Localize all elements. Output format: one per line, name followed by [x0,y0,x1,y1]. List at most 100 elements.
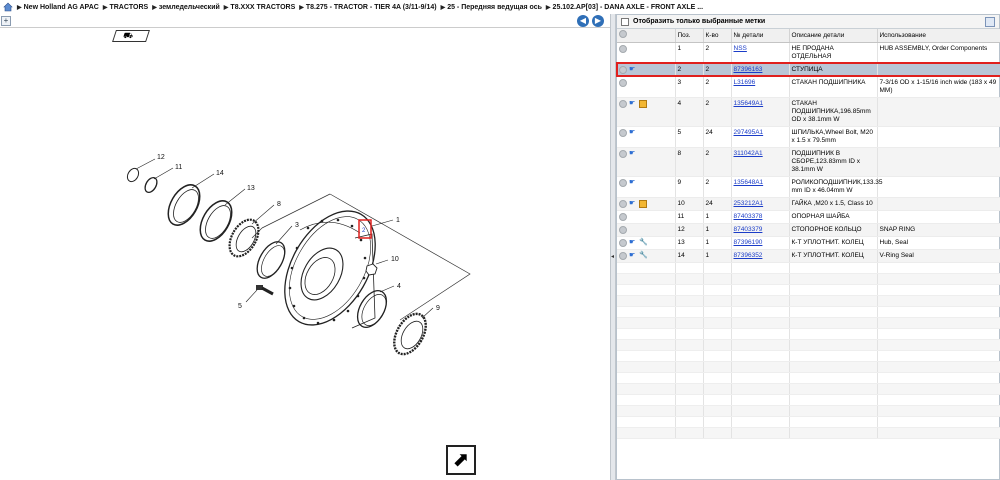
breadcrumb-label[interactable]: земледельческий [159,4,220,11]
table-row[interactable]: ☛ 2 2 87396163 СТУПИЦА [616,62,1000,77]
package-icon[interactable] [639,99,647,108]
row-select-icon[interactable] [619,199,627,208]
cell-part-number[interactable]: 87396190 [731,236,790,250]
collapse-arrow-icon[interactable]: ◂ [611,252,615,262]
pointer-hand-icon[interactable]: ☛ [629,252,637,260]
package-icon[interactable] [639,199,647,208]
callout-5[interactable]: 5 [238,303,242,310]
cell-part-number-text[interactable]: 253212A1 [734,200,764,207]
callout-11[interactable]: 11 [175,164,182,171]
cell-part-number[interactable]: 87396352 [731,249,790,263]
pointer-hand-icon[interactable]: ☛ [629,239,637,247]
breadcrumb-label[interactable]: T8.275 - TRACTOR - TIER 4A (3/11-9/14) [306,4,437,11]
part-bearing-9[interactable] [388,308,433,359]
breadcrumb-item[interactable]: ▶ New Holland AG APAC [17,4,99,11]
table-row[interactable]: 1 2 NSS НЕ ПРОДАНА ОТДЕЛЬНАЯ HUB ASSEMBLY, O… [617,42,1000,64]
row-select-icon[interactable] [619,225,627,234]
part-nut[interactable] [365,263,378,276]
next-arrow-icon[interactable]: ▶ [592,15,604,27]
table-row[interactable]: ☛ 5 24 297495A1 ШПИЛЬКА,Wheel Bolt, M20 x 1.… [617,126,1000,148]
table-row[interactable]: 12 1 87403379 СТОПОРНОЕ КОЛЬЦО SNAP RING [617,223,1000,237]
breadcrumb-label[interactable]: 25 - Передняя ведущая ось [447,4,542,11]
breadcrumb-item[interactable]: ▶ TRACTORS [103,4,148,11]
prev-arrow-icon[interactable]: ◀ [577,15,589,27]
cell-part-number-text[interactable]: 87396352 [734,252,763,259]
col-pos[interactable]: Поз. [675,29,704,43]
cell-part-number[interactable]: NSS [731,42,790,64]
col-qty[interactable]: К-во [703,29,732,43]
cell-part-number[interactable]: 311042A1 [731,147,790,177]
cell-part-number-text[interactable]: NSS [734,45,747,52]
cell-part-number[interactable]: 135649A1 [731,97,790,127]
callout-3[interactable]: 3 [295,222,299,229]
breadcrumb-item[interactable]: ▶ 25.102.AP[03] - DANA AXLE - FRONT AXLE … [546,4,703,11]
cell-part-number[interactable]: 253212A1 [731,197,790,211]
breadcrumb-item[interactable]: ▶ земледельческий [152,4,220,11]
pointer-hand-icon[interactable]: ☛ [629,150,637,158]
pointer-hand-icon[interactable]: ☛ [629,200,637,208]
table-row[interactable]: ☛ 9 2 135648A1 РОЛИКОПОДШИПНИК,133.35 mm ID … [617,176,1000,198]
table-row[interactable]: ☛ 8 2 311042A1 ПОДШИПНИК В СБОРЕ,123.83mm ID… [617,147,1000,177]
table-row[interactable]: ☛ 4 2 135649A1 СТАКАН ПОДШИПНИКА,196.85mm OD… [617,97,1000,127]
table-row[interactable]: ☛ 🔧 14 1 87396352 К-Т УПЛОТНИТ. КОЛЕЦ V-Ring S… [617,249,1000,263]
cell-part-number-text[interactable]: 297495A1 [734,129,764,136]
breadcrumb-label[interactable]: 25.102.AP[03] - DANA AXLE - FRONT AXLE .… [553,4,704,11]
callout-13[interactable]: 13 [247,185,255,192]
cell-part-number[interactable]: 297495A1 [731,126,790,148]
row-select-icon[interactable] [619,178,627,187]
cell-part-number[interactable]: L31696 [731,76,790,98]
export-icon[interactable]: ⬈ [446,445,476,475]
pointer-hand-icon[interactable]: ☛ [629,100,637,108]
col-usage[interactable]: Использование [877,29,1000,43]
home-icon[interactable] [3,2,13,12]
col-part-number[interactable]: № детали [731,29,790,43]
breadcrumb-label[interactable]: TRACTORS [109,4,148,11]
cell-part-number[interactable]: 87396163 [731,63,790,77]
row-select-icon[interactable] [619,251,627,260]
callout-14[interactable]: 14 [216,170,224,177]
col-description[interactable]: Описание детали [789,29,878,43]
pointer-hand-icon[interactable]: ☛ [629,66,637,74]
cell-part-number-text[interactable]: 135649A1 [734,100,764,107]
callout-4[interactable]: 4 [397,283,401,290]
wrench-icon[interactable]: 🔧 [639,239,648,247]
cell-part-number-text[interactable]: 87403378 [734,213,763,220]
table-row[interactable]: 11 1 87403378 ОПОРНАЯ ШАЙБА [617,210,1000,224]
part-washer[interactable] [143,176,160,195]
cell-part-number-text[interactable]: 135648A1 [734,179,764,186]
part-wheel-stud[interactable] [256,285,274,296]
breadcrumb-item[interactable]: ▶ T8.XXX TRACTORS [224,4,295,11]
cell-part-number-text[interactable]: 87396163 [734,66,763,73]
row-select-icon[interactable] [619,78,627,87]
part-v-ring-seal[interactable] [162,179,207,230]
callout-12[interactable]: 12 [157,154,165,161]
callout-10[interactable]: 10 [391,256,399,263]
row-select-icon[interactable] [619,99,627,108]
select-all-icon[interactable] [619,30,627,39]
callout-8[interactable]: 8 [277,201,281,208]
breadcrumb-label[interactable]: T8.XXX TRACTORS [230,4,295,11]
cell-part-number[interactable]: 87403378 [731,210,790,224]
row-select-icon[interactable] [619,238,627,247]
part-bearing-cup-3[interactable] [251,237,290,283]
row-select-icon[interactable] [619,212,627,221]
callout-9[interactable]: 9 [436,305,440,312]
row-select-icon[interactable] [619,128,627,137]
cell-part-number-text[interactable]: 87403379 [734,226,763,233]
pointer-hand-icon[interactable]: ☛ [629,129,637,137]
expand-icon[interactable]: + [1,16,11,26]
pointer-hand-icon[interactable]: ☛ [629,179,637,187]
callout-1[interactable]: 1 [396,217,400,224]
row-select-icon[interactable] [619,149,627,158]
breadcrumb-label[interactable]: New Holland AG APAC [24,4,99,11]
wrench-icon[interactable]: 🔧 [639,252,648,260]
table-row[interactable]: ☛ 🔧 13 1 87396190 К-Т УПЛОТНИТ. КОЛЕЦ Hub, Sea… [617,236,1000,250]
cell-part-number-text[interactable]: 87396190 [734,239,763,246]
grid-options-icon[interactable] [985,17,995,27]
table-row[interactable]: 3 2 L31696 СТАКАН ПОДШИПНИКА 7-3/16 OD x 1-1… [617,76,1000,98]
row-select-icon[interactable] [619,65,627,74]
cell-part-number-text[interactable]: 311042A1 [734,150,763,157]
part-snap-ring[interactable] [125,166,141,183]
table-row[interactable]: ☛ 10 24 253212A1 ГАЙКА ,M20 x 1.5, Class 10 [617,197,1000,211]
cell-part-number[interactable]: 87403379 [731,223,790,237]
